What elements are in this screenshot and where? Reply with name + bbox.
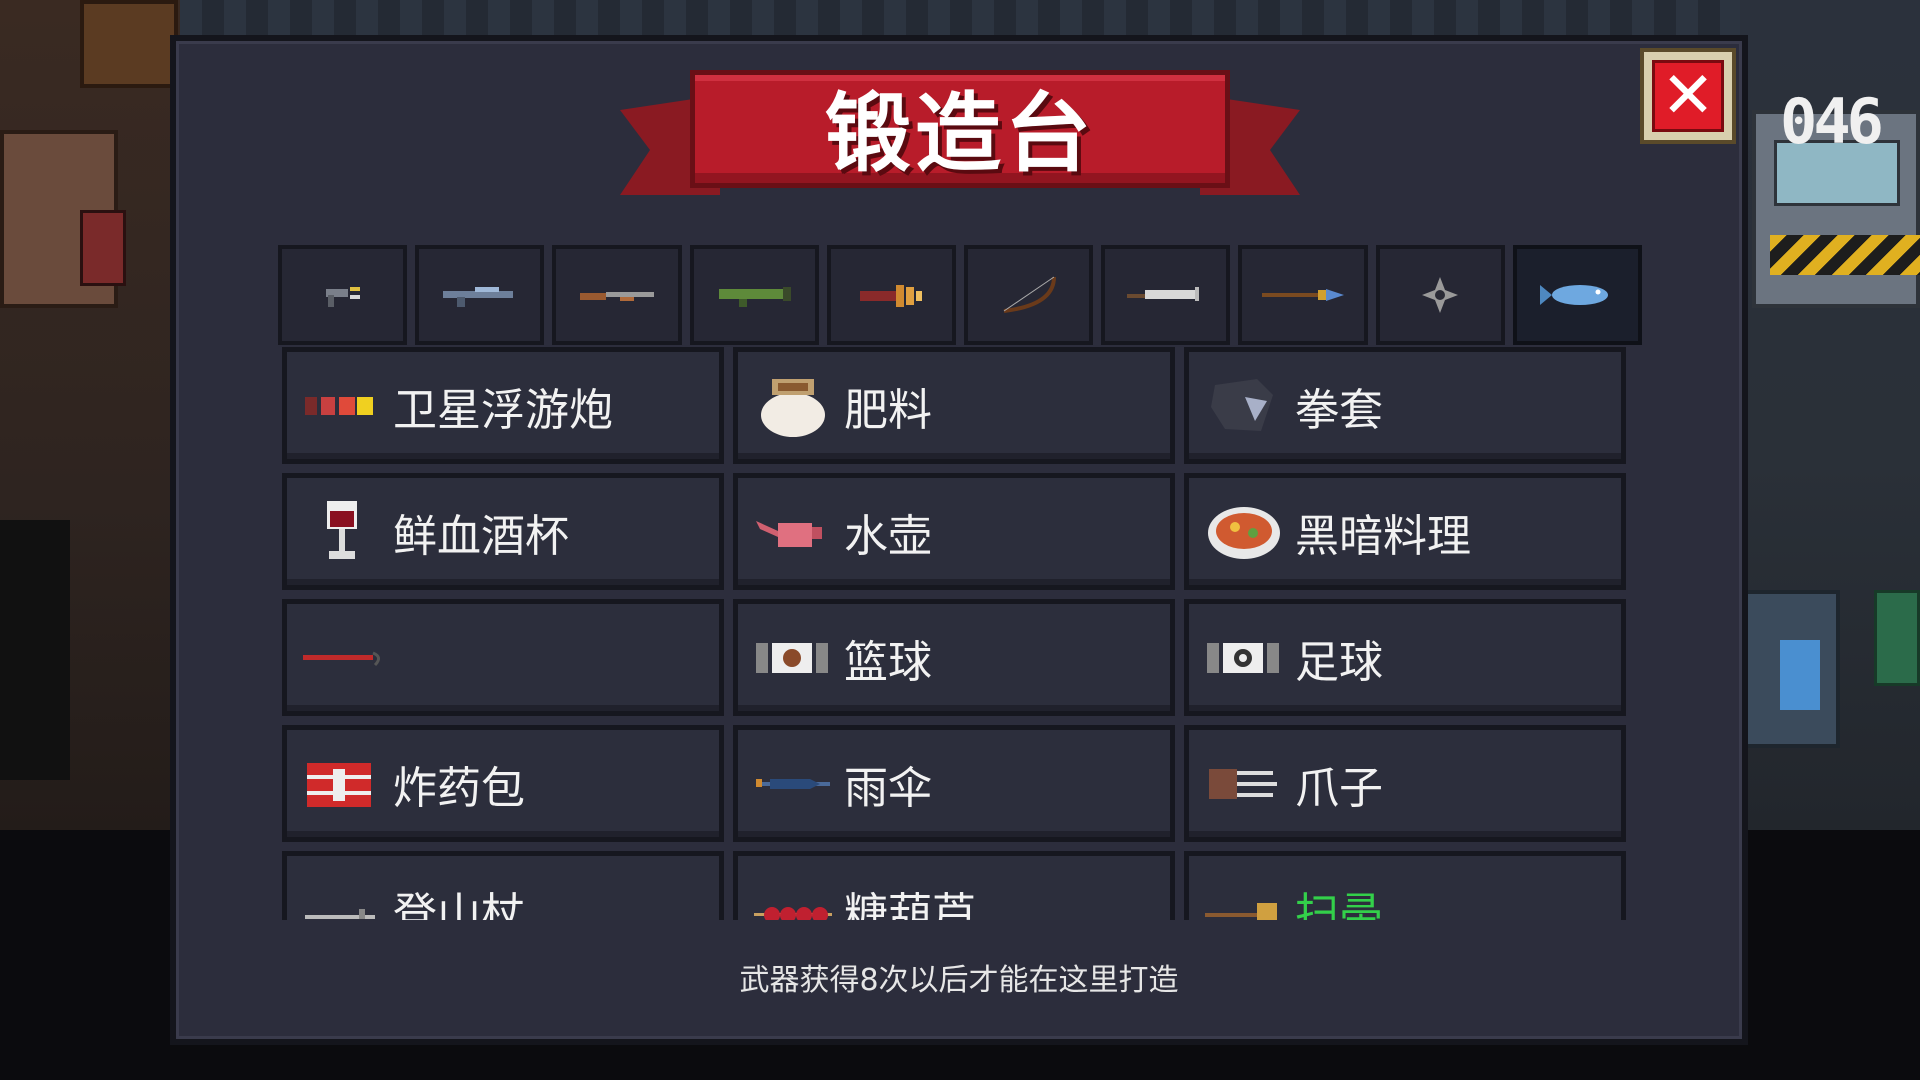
rocket-launcher-icon: [719, 287, 792, 307]
item-label: 爪子: [1295, 762, 1383, 814]
shuriken-icon: [1422, 277, 1459, 313]
close-x-icon: ✕: [1652, 60, 1724, 132]
item-dark-cuisine[interactable]: 黑暗料理: [1184, 473, 1626, 590]
item-label: 扫帚: [1295, 888, 1383, 921]
npc-bag: [80, 210, 126, 286]
shadow-block: [0, 520, 70, 780]
item-blood-goblet[interactable]: 鲜血酒杯: [282, 473, 724, 590]
sword-icon: [1126, 287, 1199, 301]
item-label: 雨伞: [844, 762, 932, 814]
item-fertilizer[interactable]: 肥料: [733, 347, 1175, 464]
umbrella-icon: [756, 778, 830, 789]
weapon-category-tabs: [278, 245, 1643, 345]
red-hook-icon: [303, 651, 380, 666]
green-box: [1874, 590, 1920, 686]
item-label: 炸药包: [393, 762, 525, 814]
wall-strip: [180, 0, 1740, 40]
locker-screen: [1780, 640, 1820, 710]
crate: [80, 0, 178, 88]
item-label: 拳套: [1295, 384, 1383, 436]
tab-pistol[interactable]: [278, 245, 408, 345]
tab-fish[interactable]: [1512, 245, 1643, 345]
tab-rocket-launcher[interactable]: [689, 245, 819, 345]
item-label: 糖葫芦: [844, 888, 976, 921]
walking-stick-icon: [305, 908, 375, 919]
item-label: 足球: [1295, 636, 1383, 688]
panel-title: 锻造台: [825, 84, 1095, 184]
football-box-icon: [1207, 642, 1279, 673]
tab-rifle[interactable]: [415, 245, 545, 345]
tab-spear[interactable]: [1238, 245, 1368, 345]
item-walking-stick[interactable]: 登山杖: [282, 851, 724, 920]
pistol-icon: [325, 287, 360, 307]
fertilizer-bag-icon: [761, 378, 825, 437]
basketball-box-icon: [756, 642, 828, 673]
item-satellite-cannon[interactable]: 卫星浮游炮: [282, 347, 724, 464]
item-red-hook[interactable]: [282, 599, 724, 716]
hazard-stripe: [1770, 235, 1920, 275]
item-label: 登山杖: [393, 888, 525, 921]
item-broom[interactable]: 扫帚: [1184, 851, 1626, 920]
item-gauntlet[interactable]: 拳套: [1184, 347, 1626, 464]
item-umbrella[interactable]: 雨伞: [733, 725, 1175, 842]
item-label: 鲜血酒杯: [393, 510, 569, 562]
dynamite-icon: [307, 762, 371, 807]
item-football[interactable]: 足球: [1184, 599, 1626, 716]
blood-goblet-icon: [327, 500, 357, 559]
item-dynamite[interactable]: 炸药包: [282, 725, 724, 842]
item-candied-haws[interactable]: 糖葫芦: [733, 851, 1175, 920]
item-claw[interactable]: 爪子: [1184, 725, 1626, 842]
spear-icon: [1262, 289, 1345, 301]
title-banner: 锻造台: [620, 65, 1300, 215]
forge-item-list: 卫星浮游炮 肥料 拳套 鲜血酒杯 水壶 黑暗料理 篮球 足球 炸药包 雨伞 爪子…: [282, 345, 1638, 920]
candied-haws-icon: [754, 906, 832, 920]
tab-staff-gun[interactable]: [826, 245, 957, 345]
forge-hint: 武器获得8次以后才能在这里打造: [739, 963, 1179, 998]
shotgun-icon: [580, 292, 654, 301]
satellite-cannon-icon: [305, 396, 373, 415]
rifle-icon: [442, 287, 513, 307]
bow-icon: [1003, 276, 1056, 313]
watering-can-icon: [756, 520, 822, 547]
item-basketball[interactable]: 篮球: [733, 599, 1175, 716]
item-label: 肥料: [844, 384, 932, 436]
broom-icon: [1205, 902, 1277, 920]
tab-shuriken[interactable]: [1375, 245, 1505, 345]
gauntlet-icon: [1211, 378, 1273, 431]
item-label: 水壶: [844, 510, 932, 562]
item-label: 篮球: [844, 636, 932, 688]
dark-cuisine-icon: [1208, 506, 1280, 559]
item-label: 卫星浮游炮: [393, 384, 613, 436]
counter-text: 046: [1780, 85, 1884, 158]
close-button[interactable]: ✕: [1640, 48, 1736, 144]
forge-item-grid: 卫星浮游炮 肥料 拳套 鲜血酒杯 水壶 黑暗料理 篮球 足球 炸药包 雨伞 爪子…: [282, 345, 1638, 920]
banner-ribbon: 锻造台: [690, 70, 1230, 188]
staff-gun-icon: [860, 285, 923, 307]
claw-icon: [1209, 768, 1277, 799]
item-watering-can[interactable]: 水壶: [733, 473, 1175, 590]
tab-bow[interactable]: [964, 245, 1094, 345]
tab-sword[interactable]: [1101, 245, 1231, 345]
item-label: 黑暗料理: [1295, 510, 1471, 562]
fish-icon: [1540, 285, 1609, 305]
tab-shotgun[interactable]: [552, 245, 682, 345]
